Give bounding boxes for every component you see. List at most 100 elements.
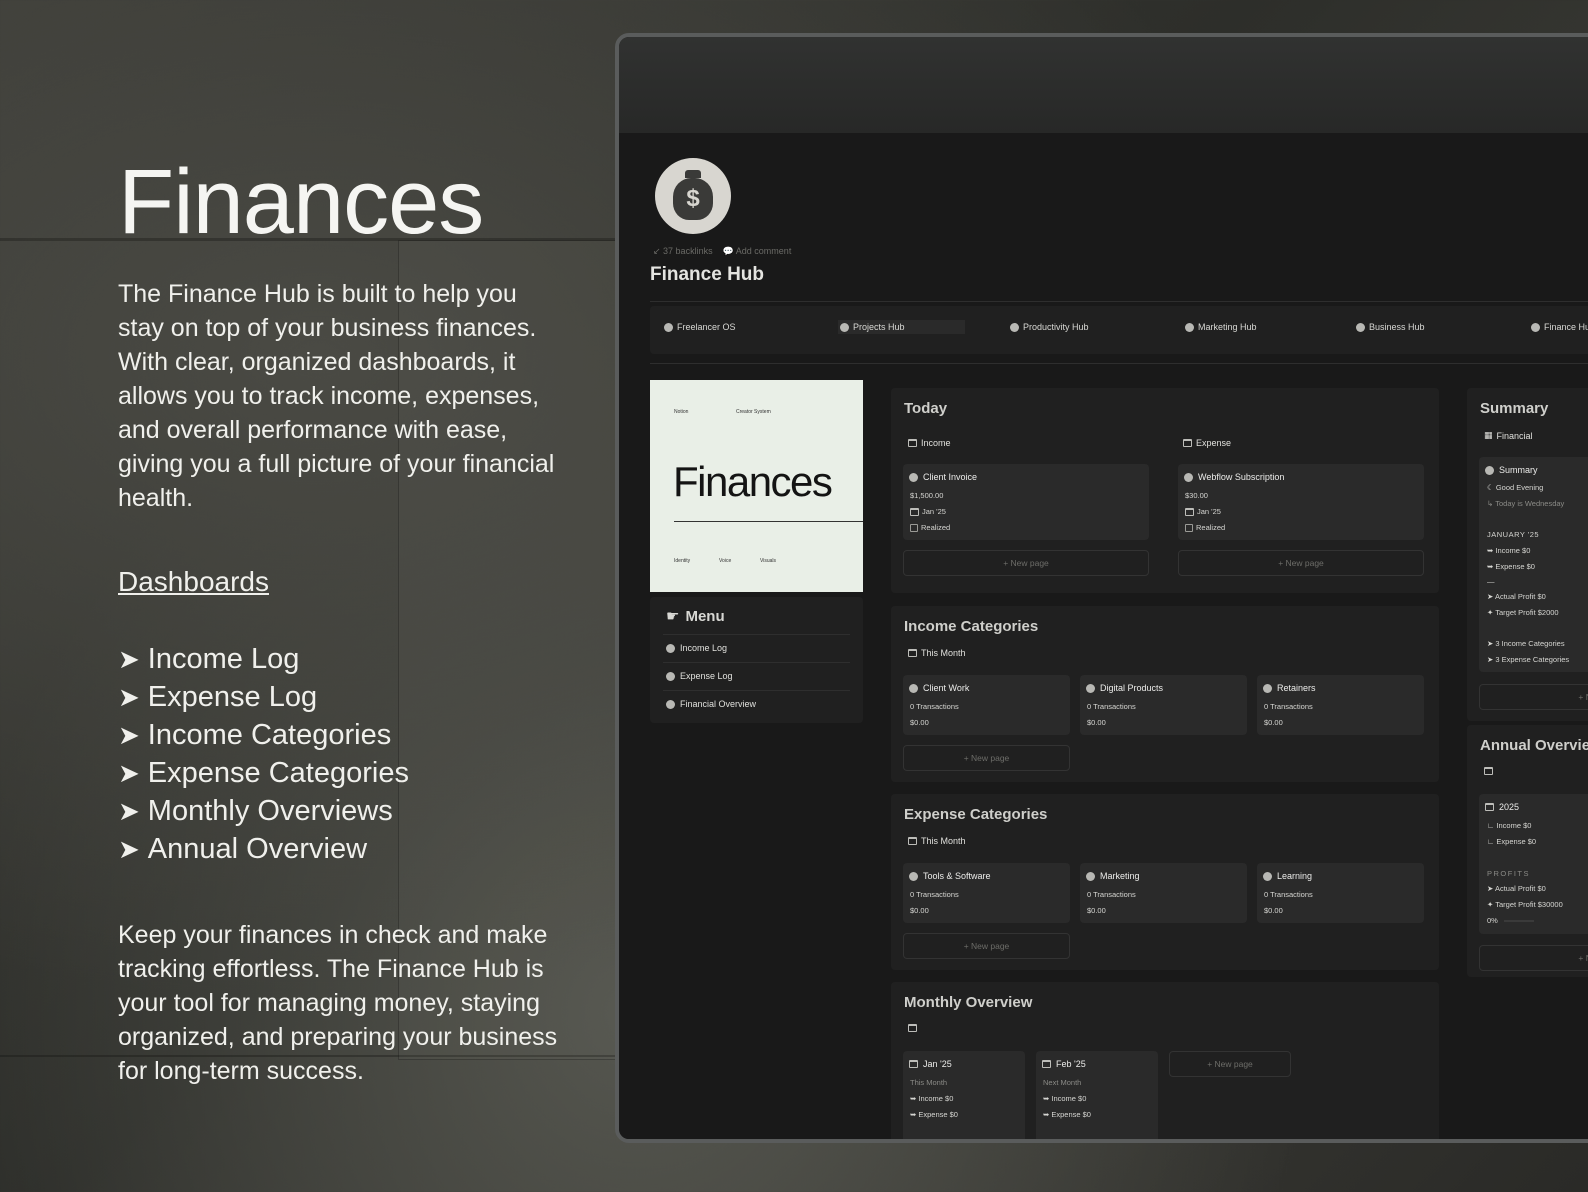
income-categories-panel: Income Categories This Month Client Work… — [891, 606, 1439, 782]
divider — [663, 690, 850, 691]
progress-bar — [1503, 920, 1534, 923]
dashboard-item: ➤ Monthly Overviews — [118, 792, 409, 830]
checkbox[interactable] — [910, 523, 918, 532]
panel-title: Summary — [1480, 400, 1549, 417]
hub-link-finance-hub[interactable]: Finance Hub — [1531, 322, 1588, 332]
intro-paragraph: The Finance Hub is built to help you sta… — [118, 280, 555, 512]
new-page-button[interactable]: + New page — [903, 745, 1070, 771]
hub-navigation: Freelancer OS Projects Hub Productivity … — [650, 306, 1588, 354]
panel-title: Monthly Overview — [904, 994, 1033, 1011]
hub-icon — [1356, 322, 1365, 332]
month-card[interactable]: Feb '25 Next Month ➥ Income $0 ➥ Expense… — [1036, 1051, 1158, 1139]
calendar-icon — [910, 507, 919, 516]
hub-link-business-hub[interactable]: Business Hub — [1356, 322, 1425, 332]
calendar-icon — [1042, 1060, 1051, 1068]
monthly-overview-panel: Monthly Overview Jan '25 This Month ➥ In… — [891, 982, 1439, 1139]
hub-link-marketing-hub[interactable]: Marketing Hub — [1185, 322, 1257, 332]
hub-icon — [1185, 322, 1194, 332]
tab-table[interactable] — [908, 1024, 917, 1032]
hub-link-freelancer-os[interactable]: Freelancer OS — [664, 322, 736, 332]
category-card[interactable]: Learning 0 Transactions $0.00 — [1257, 863, 1424, 923]
cover-title: Finances — [673, 458, 833, 505]
category-card[interactable]: Digital Products 0 Transactions $0.00 — [1080, 675, 1247, 735]
panel-title: Expense Categories — [904, 806, 1048, 823]
menu-item-financial-overview[interactable]: Financial Overview — [666, 699, 756, 709]
arrow-icon: ➤ — [118, 644, 140, 674]
moon-icon: ☾ — [1487, 483, 1496, 492]
dollar-sign: $ — [673, 170, 713, 220]
outro-paragraph: Keep your finances in check and make tra… — [118, 921, 558, 1085]
category-card[interactable]: Retainers 0 Transactions $0.00 — [1257, 675, 1424, 735]
hero-title: Finances — [118, 151, 484, 253]
new-page-button[interactable]: + New page — [1479, 684, 1588, 710]
dashboard-item: ➤ Income Log — [118, 640, 409, 678]
dashboard-item: ➤ Income Categories — [118, 716, 409, 754]
dashboard-item: ➤ Expense Categories — [118, 754, 409, 792]
hub-link-projects-hub[interactable]: Projects Hub — [838, 320, 965, 334]
tab-this-month[interactable]: This Month — [908, 648, 966, 658]
arrow-icon: ➤ — [118, 682, 140, 712]
tab-financial[interactable]: ▦ Financial — [1484, 430, 1533, 441]
summary-card[interactable]: Summary ☾ Good Evening ↳ Today is Wednes… — [1479, 457, 1588, 672]
page-title: Finance Hub — [650, 264, 765, 285]
backlinks-link[interactable]: ↙ 37 backlinks — [653, 246, 713, 257]
pointing-hand-icon: ☛ — [666, 608, 680, 625]
checkbox[interactable] — [1185, 523, 1193, 532]
new-page-button[interactable]: + New page — [1178, 550, 1424, 576]
window-top-bar — [619, 37, 1588, 133]
panel-title: Income Categories — [904, 618, 1039, 635]
panel-title: Annual Overview — [1480, 737, 1588, 754]
arrow-icon: ➤ — [118, 796, 140, 826]
calendar-icon — [908, 439, 917, 447]
tab-calendar[interactable] — [1484, 767, 1493, 775]
income-card[interactable]: Client Invoice $1,500.00 Jan '25 Realize… — [903, 464, 1149, 540]
menu-title: ☛ Menu — [666, 607, 725, 626]
hub-icon — [664, 322, 673, 332]
menu-item-expense-log[interactable]: Expense Log — [666, 671, 733, 681]
tab-this-month[interactable]: This Month — [908, 836, 966, 846]
new-page-button[interactable]: + New page — [1479, 945, 1588, 971]
hub-icon — [1010, 322, 1019, 332]
summary-panel: Summary ▦ Financial Summary ☾ Good Evenin… — [1467, 388, 1588, 721]
menu-panel: ☛ Menu Income Log Expense Log Financial O… — [650, 597, 863, 723]
calendar-icon — [1485, 803, 1494, 811]
tab-income[interactable]: Income — [908, 438, 951, 448]
dashboard-item: ➤ Expense Log — [118, 678, 409, 716]
tab-expense[interactable]: Expense — [1183, 438, 1231, 448]
category-icon — [909, 683, 918, 693]
check-circle-icon — [666, 643, 675, 653]
grid-icon: ▦ — [1484, 430, 1493, 440]
category-card[interactable]: Client Work 0 Transactions $0.00 — [903, 675, 1070, 735]
new-page-button[interactable]: + New page — [903, 933, 1070, 959]
hub-icon — [1531, 322, 1540, 332]
page-meta: ↙ 37 backlinks 💬 Add comment — [653, 246, 791, 257]
laptop-screen: $ ↙ 37 backlinks 💬 Add comment Finance H… — [615, 33, 1588, 1143]
expense-card[interactable]: Webflow Subscription $30.00 Jan '25 Real… — [1178, 464, 1424, 540]
category-icon — [1086, 871, 1095, 881]
new-page-button[interactable]: + New page — [1169, 1051, 1291, 1077]
category-icon — [1263, 871, 1272, 881]
category-card[interactable]: Marketing 0 Transactions $0.00 — [1080, 863, 1247, 923]
menu-item-income-log[interactable]: Income Log — [666, 643, 727, 653]
divider — [650, 301, 1588, 302]
category-card[interactable]: Tools & Software 0 Transactions $0.00 — [903, 863, 1070, 923]
year-card[interactable]: 2025 ∟ Income $0 ∟ Expense $0 PROFITS ➤ … — [1479, 794, 1588, 934]
pie-chart-icon — [666, 699, 675, 709]
hub-link-productivity-hub[interactable]: Productivity Hub — [1010, 322, 1089, 332]
plus-circle-icon — [909, 472, 918, 482]
add-comment-link[interactable]: 💬 Add comment — [723, 246, 792, 257]
check-circle-icon — [666, 671, 675, 681]
cover-image: Notion Creator System Finances Identity … — [650, 380, 863, 592]
dashboards-heading: Dashboards — [118, 566, 269, 597]
annual-overview-panel: Annual Overview 2025 ∟ Income $0 ∟ Expen… — [1467, 725, 1588, 977]
arrow-icon: ➤ — [118, 758, 140, 788]
category-icon — [909, 871, 918, 881]
calendar-icon — [1185, 507, 1194, 516]
arrow-icon: ➤ — [118, 720, 140, 750]
month-card[interactable]: Jan '25 This Month ➥ Income $0 ➥ Expense… — [903, 1051, 1025, 1139]
new-page-button[interactable]: + New page — [903, 550, 1149, 576]
divider — [663, 662, 850, 663]
money-bag-icon[interactable]: $ — [655, 158, 731, 234]
expense-categories-panel: Expense Categories This Month Tools & So… — [891, 794, 1439, 970]
calendar-icon — [1484, 767, 1493, 775]
